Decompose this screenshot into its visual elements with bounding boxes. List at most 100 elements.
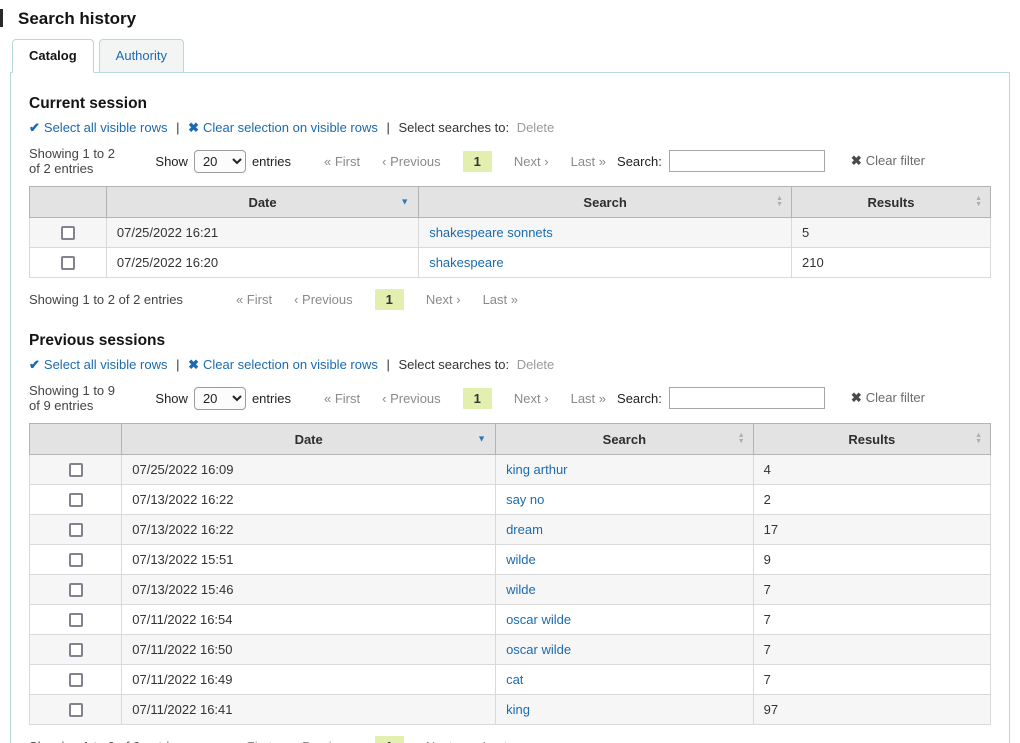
row-checkbox[interactable]	[69, 553, 83, 567]
table-row: 07/11/2022 16:54 oscar wilde 7	[30, 605, 991, 635]
search-term-link[interactable]: shakespeare sonnets	[429, 225, 553, 240]
page-length-select[interactable]: 20	[194, 387, 246, 410]
showing-entries-info: Showing 1 to 9 of 9 entries	[29, 383, 129, 413]
clear-filter-button[interactable]: ✖Clear filter	[851, 390, 925, 406]
tab-authority[interactable]: Authority	[99, 39, 184, 73]
search-term-link[interactable]: king arthur	[506, 462, 567, 477]
search-term-link[interactable]: wilde	[506, 552, 536, 567]
sort-icon: ▲▼	[776, 196, 783, 208]
corner-artifact	[0, 9, 3, 27]
first-page-button[interactable]: « First	[324, 391, 360, 406]
search-term-link[interactable]: wilde	[506, 582, 536, 597]
previous-page-button[interactable]: ‹ Previous	[382, 154, 441, 169]
search-filter-input[interactable]	[669, 150, 825, 172]
first-page-button[interactable]: « First	[324, 154, 360, 169]
search-term-link[interactable]: oscar wilde	[506, 642, 571, 657]
row-checkbox[interactable]	[69, 643, 83, 657]
check-icon: ✔	[29, 120, 40, 135]
row-checkbox[interactable]	[69, 523, 83, 537]
previous-page-button[interactable]: ‹ Previous	[382, 391, 441, 406]
section-heading: Previous sessions	[29, 332, 991, 350]
filter-controls: Search: ✖Clear filter	[617, 150, 991, 172]
first-page-button[interactable]: « First	[236, 292, 272, 307]
search-term-link[interactable]: dream	[506, 522, 543, 537]
results-count: 5	[792, 218, 991, 248]
current-page-button[interactable]: 1	[463, 151, 492, 172]
current-page-button[interactable]: 1	[463, 388, 492, 409]
row-checkbox[interactable]	[69, 493, 83, 507]
row-checkbox[interactable]	[69, 703, 83, 717]
results-count: 210	[792, 248, 991, 278]
next-icon: ›	[456, 739, 460, 743]
row-checkbox[interactable]	[69, 463, 83, 477]
column-header-date[interactable]: Date▼	[122, 424, 496, 455]
last-icon: »	[511, 739, 518, 743]
search-term-link[interactable]: cat	[506, 672, 523, 687]
row-checkbox[interactable]	[61, 256, 75, 270]
showing-entries-info: Showing 1 to 9 of 9 entries	[29, 739, 183, 743]
sort-icon: ▲▼	[975, 196, 982, 208]
select-all-link[interactable]: ✔Select all visible rows	[29, 120, 167, 135]
search-term-link[interactable]: oscar wilde	[506, 612, 571, 627]
clear-filter-button[interactable]: ✖Clear filter	[851, 153, 925, 169]
column-header-results[interactable]: Results▲▼	[792, 187, 991, 218]
last-page-button[interactable]: Last »	[571, 391, 606, 406]
next-page-button[interactable]: Next ›	[514, 154, 549, 169]
last-page-button[interactable]: Last »	[483, 292, 518, 307]
column-header-results[interactable]: Results▲▼	[753, 424, 990, 455]
clear-selection-link[interactable]: ✖Clear selection on visible rows	[188, 357, 378, 372]
column-header-search[interactable]: Search▲▼	[419, 187, 792, 218]
row-checkbox[interactable]	[69, 673, 83, 687]
column-header-search[interactable]: Search▲▼	[496, 424, 754, 455]
results-count: 97	[753, 695, 990, 725]
search-filter-label: Search:	[617, 154, 662, 169]
tab-catalog[interactable]: Catalog	[12, 39, 94, 73]
next-page-button[interactable]: Next ›	[426, 292, 461, 307]
search-date: 07/13/2022 15:46	[122, 575, 496, 605]
sort-icon: ▲▼	[975, 433, 982, 445]
first-icon: «	[324, 391, 331, 406]
entries-label: entries	[252, 154, 291, 169]
search-date: 07/13/2022 16:22	[122, 515, 496, 545]
next-icon: ›	[544, 391, 548, 406]
delete-link[interactable]: Delete	[517, 120, 555, 135]
previous-page-button[interactable]: ‹ Previous	[294, 739, 353, 743]
first-icon: «	[324, 154, 331, 169]
row-checkbox[interactable]	[69, 583, 83, 597]
search-term-link[interactable]: say no	[506, 492, 544, 507]
previous-sessions-table: Date▼ Search▲▼ Results▲▼ 07/25/2022 16:0…	[29, 423, 991, 725]
page-length-control: Show 20 entries	[155, 387, 291, 410]
search-term-link[interactable]: king	[506, 702, 530, 717]
last-icon: »	[599, 154, 606, 169]
next-page-button[interactable]: Next ›	[514, 391, 549, 406]
current-page-button[interactable]: 1	[375, 289, 404, 310]
clear-selection-link[interactable]: ✖Clear selection on visible rows	[188, 120, 378, 135]
last-page-button[interactable]: Last »	[483, 739, 518, 743]
table-row: 07/11/2022 16:50 oscar wilde 7	[30, 635, 991, 665]
filter-controls: Search: ✖Clear filter	[617, 387, 991, 409]
entries-label: entries	[252, 391, 291, 406]
separator: |	[386, 120, 389, 135]
next-page-button[interactable]: Next ›	[426, 739, 461, 743]
last-page-button[interactable]: Last »	[571, 154, 606, 169]
first-page-button[interactable]: « First	[236, 739, 272, 743]
select-all-link[interactable]: ✔Select all visible rows	[29, 357, 167, 372]
page-length-select[interactable]: 20	[194, 150, 246, 173]
previous-page-button[interactable]: ‹ Previous	[294, 292, 353, 307]
row-checkbox[interactable]	[69, 613, 83, 627]
search-term-link[interactable]: shakespeare	[429, 255, 503, 270]
delete-link[interactable]: Delete	[517, 357, 555, 372]
check-icon: ✔	[29, 357, 40, 372]
next-icon: ›	[456, 292, 460, 307]
table-row: 07/13/2022 16:22 say no 2	[30, 485, 991, 515]
results-count: 7	[753, 575, 990, 605]
column-header-date[interactable]: Date▼	[106, 187, 418, 218]
search-date: 07/11/2022 16:41	[122, 695, 496, 725]
table-row: 07/11/2022 16:49 cat 7	[30, 665, 991, 695]
x-icon: ✖	[188, 120, 199, 135]
current-page-button[interactable]: 1	[375, 736, 404, 743]
search-date: 07/25/2022 16:20	[106, 248, 418, 278]
row-checkbox[interactable]	[61, 226, 75, 240]
search-filter-input[interactable]	[669, 387, 825, 409]
previous-sessions-section: Previous sessions ✔Select all visible ro…	[29, 332, 991, 743]
